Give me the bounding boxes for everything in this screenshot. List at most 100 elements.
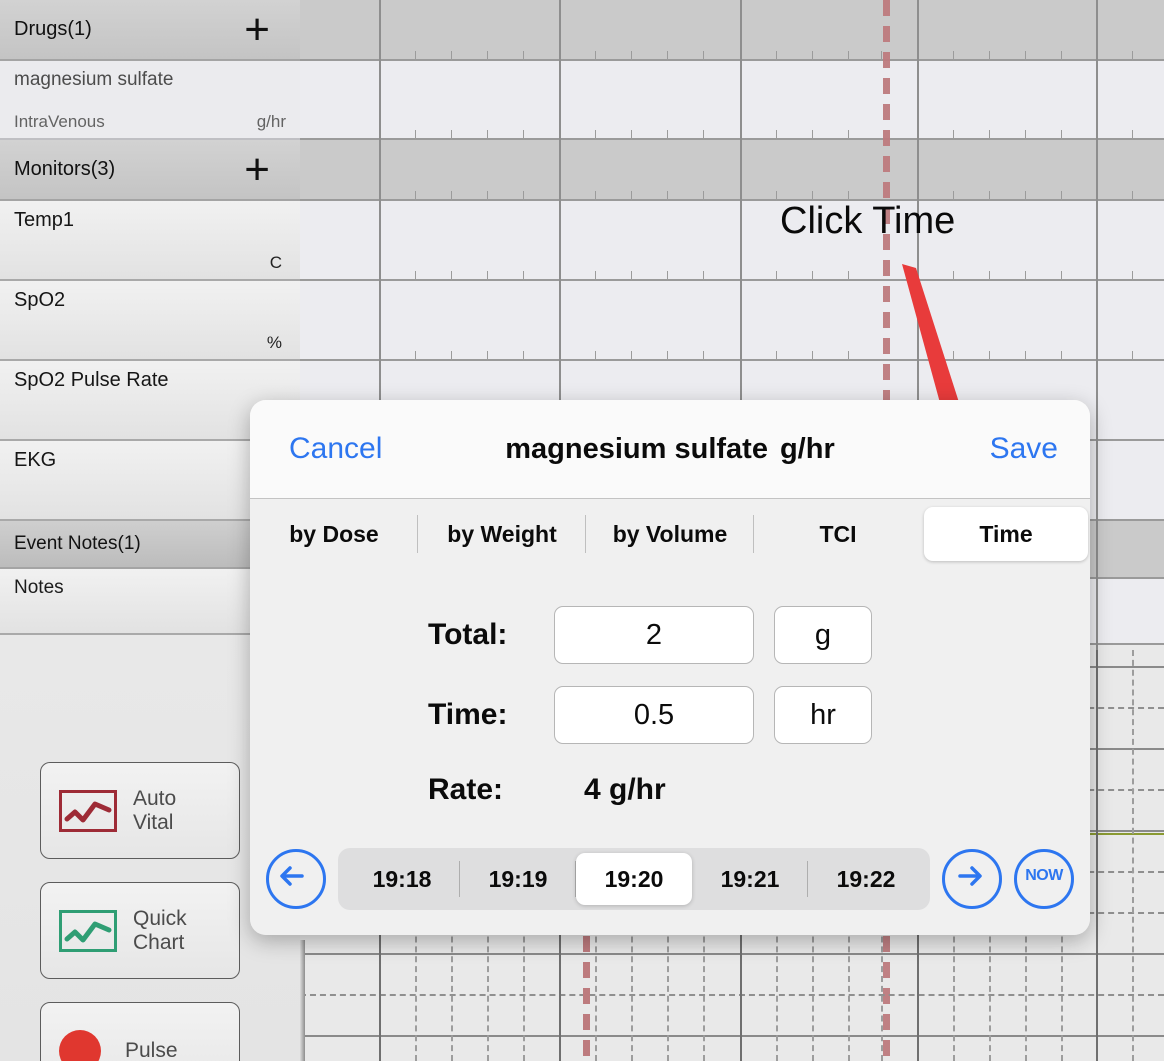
gridline-tick xyxy=(1132,351,1133,361)
time-picker: 19:18 19:19 19:20 19:21 19:22 NOW xyxy=(250,845,1090,913)
pulse-button[interactable]: Pulse xyxy=(40,1002,240,1061)
form-row-total: Total: 2 g xyxy=(250,595,1090,675)
rate-value: 4 g/hr xyxy=(584,773,666,806)
sidebar-section-title: Event Notes(1) xyxy=(14,533,141,554)
gridline-tick xyxy=(953,130,954,140)
time-list: 19:18 19:19 19:20 19:21 19:22 xyxy=(338,848,930,910)
gridline-tick xyxy=(989,351,990,361)
auto-vital-button[interactable]: Auto Vital xyxy=(40,762,240,859)
now-button[interactable]: NOW xyxy=(1014,849,1074,909)
gridline-tick xyxy=(451,351,452,361)
gridline-tick xyxy=(703,351,704,361)
sidebar-item-spo2[interactable]: SpO2 % xyxy=(0,281,300,361)
y-axis-spine xyxy=(300,940,305,1061)
time-option[interactable]: 19:22 xyxy=(808,853,924,905)
total-unit-select[interactable]: g xyxy=(774,606,872,664)
gridline-tick xyxy=(776,51,777,61)
tab-tci[interactable]: TCI xyxy=(756,507,920,561)
gridline-tick xyxy=(595,130,596,140)
chart-band-spo2 xyxy=(300,281,1164,361)
tab-by-volume[interactable]: by Volume xyxy=(588,507,754,561)
plot-gridline-vdash xyxy=(1132,650,1134,1061)
tab-time[interactable]: Time xyxy=(924,507,1088,561)
gridline-tick xyxy=(523,51,524,61)
add-monitor-button[interactable]: + xyxy=(244,147,286,191)
gridline-tick xyxy=(1132,130,1133,140)
gridline-tick xyxy=(667,191,668,201)
gridline-tick xyxy=(595,271,596,281)
tab-label: TCI xyxy=(819,521,857,547)
gridline-tick xyxy=(451,130,452,140)
gridline-tick xyxy=(848,351,849,361)
gridline-tick xyxy=(812,130,813,140)
gridline-tick xyxy=(487,130,488,140)
sidebar-item-temp1[interactable]: Temp1 C xyxy=(0,201,300,281)
gridline-tick xyxy=(1061,191,1062,201)
gridline-tick xyxy=(487,271,488,281)
time-input[interactable]: 0.5 xyxy=(554,686,754,744)
chart-line-icon xyxy=(59,909,117,952)
monitor-name: SpO2 Pulse Rate xyxy=(14,369,169,391)
gridline-tick xyxy=(953,351,954,361)
gridline-tick xyxy=(776,191,777,201)
pulse-label: Pulse xyxy=(125,1038,178,1061)
gridline-tick xyxy=(703,130,704,140)
monitor-name: Temp1 xyxy=(14,209,75,231)
tab-by-dose[interactable]: by Dose xyxy=(252,507,418,561)
time-option[interactable]: 19:18 xyxy=(344,853,460,905)
drug-unit: g/hr xyxy=(256,112,286,131)
tab-label: Time xyxy=(979,521,1033,547)
chart-band-drug xyxy=(300,61,1164,140)
gridline-tick xyxy=(881,51,882,61)
gridline-tick xyxy=(989,130,990,140)
modal-tabbar: by Dose by Weight by Volume TCI Time xyxy=(250,499,1090,569)
modal-form: Total: 2 g Time: 0.5 hr Rate: 4 g/hr xyxy=(250,569,1090,825)
total-input[interactable]: 2 xyxy=(554,606,754,664)
gridline-tick xyxy=(1132,271,1133,281)
gridline-tick xyxy=(667,271,668,281)
gridline-tick xyxy=(703,191,704,201)
arrow-right-icon[interactable] xyxy=(942,849,1002,909)
gridline-tick xyxy=(1025,351,1026,361)
gridline-tick xyxy=(989,191,990,201)
time-option[interactable]: 19:21 xyxy=(692,853,808,905)
tab-label: by Volume xyxy=(612,521,728,547)
tab-label: by Weight xyxy=(447,521,557,547)
time-option-selected[interactable]: 19:20 xyxy=(576,853,692,905)
sidebar-item-magnesium-sulfate[interactable]: magnesium sulfate IntraVenous g/hr xyxy=(0,61,300,140)
gridline-tick xyxy=(848,130,849,140)
gridline-tick xyxy=(415,130,416,140)
time-option[interactable]: 19:19 xyxy=(460,853,576,905)
monitor-name: EKG xyxy=(14,449,57,471)
total-label: Total: xyxy=(428,618,508,651)
gridline-tick xyxy=(451,51,452,61)
gridline-tick xyxy=(667,51,668,61)
app-root: 180 170 Drugs(1) + magnesium sulfate Int… xyxy=(0,0,1164,1061)
gridline-tick xyxy=(451,191,452,201)
gridline-tick xyxy=(631,130,632,140)
gridline-tick xyxy=(667,351,668,361)
gridline-tick xyxy=(989,271,990,281)
quick-chart-button[interactable]: Quick Chart xyxy=(40,882,240,979)
save-button[interactable]: Save xyxy=(990,432,1058,466)
monitor-unit: % xyxy=(266,333,282,352)
sidebar-action-buttons: Auto Vital Quick Chart Pulse xyxy=(40,762,240,1061)
annotation-text: Click Time xyxy=(780,200,956,242)
gridline-tick xyxy=(812,271,813,281)
tab-label: by Dose xyxy=(289,521,379,547)
gridline-tick xyxy=(487,351,488,361)
cancel-button[interactable]: Cancel xyxy=(289,432,382,466)
gridline-tick xyxy=(595,351,596,361)
gridline-tick xyxy=(776,130,777,140)
gridline-tick xyxy=(523,351,524,361)
tab-by-weight[interactable]: by Weight xyxy=(420,507,586,561)
time-unit-select[interactable]: hr xyxy=(774,686,872,744)
chart-band-monitors-header xyxy=(300,140,1164,201)
gridline-tick xyxy=(1061,351,1062,361)
time-label: Time: xyxy=(428,698,508,731)
circle-icon xyxy=(59,1029,101,1061)
arrow-left-icon[interactable] xyxy=(266,849,326,909)
chart-band-header xyxy=(300,0,1164,61)
add-drug-button[interactable]: + xyxy=(244,7,286,51)
notes-name: Notes xyxy=(14,577,64,598)
